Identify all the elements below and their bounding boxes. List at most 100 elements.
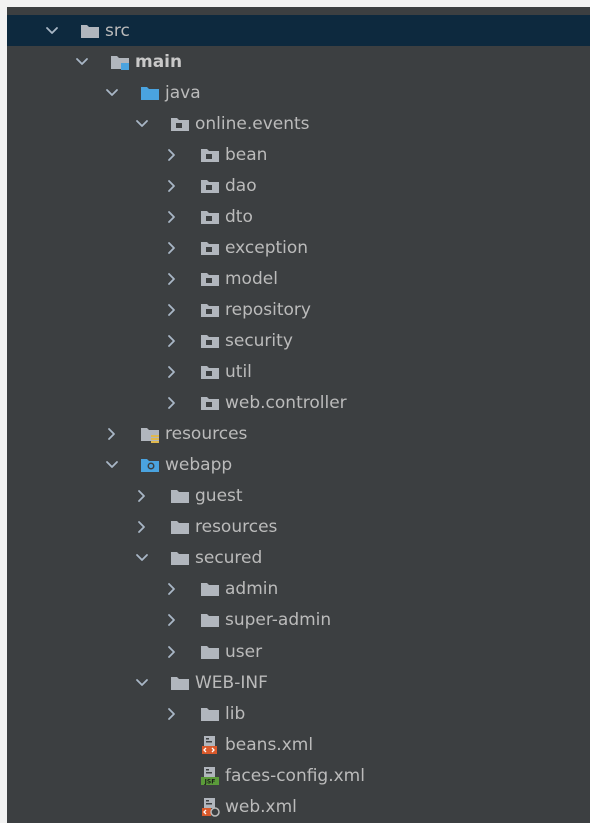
tree-folder-item[interactable]: resources (7, 419, 590, 450)
tree-item-label: secured (195, 548, 263, 569)
chevron-right-icon[interactable] (132, 486, 152, 506)
tree-folder-item[interactable]: src (7, 15, 590, 46)
tree-folder-item[interactable]: dto (7, 201, 590, 232)
folder-icon (170, 673, 190, 693)
chevron-right-icon[interactable] (132, 517, 152, 537)
package-icon (200, 238, 220, 258)
folder-icon (170, 548, 190, 568)
tree-file-item[interactable]: JSF faces-config.xml (7, 760, 590, 791)
package-icon (200, 300, 220, 320)
folder-icon (170, 517, 190, 537)
tree-folder-item[interactable]: repository (7, 294, 590, 325)
chevron-right-icon[interactable] (162, 642, 182, 662)
tree-item-label: super-admin (225, 610, 332, 631)
tree-file-item[interactable]: beans.xml (7, 729, 590, 760)
chevron-down-icon[interactable] (72, 52, 92, 72)
svg-text:JSF: JSF (204, 778, 216, 785)
tree-item-label: web.xml (225, 796, 297, 817)
folder-icon (200, 642, 220, 662)
tree-item-label: exception (225, 237, 309, 258)
tree-item-label: dto (225, 206, 253, 227)
package-icon (200, 207, 220, 227)
tree-folder-item[interactable]: online.events (7, 108, 590, 139)
tree-folder-item[interactable]: webapp (7, 450, 590, 481)
tree-item-label: resources (165, 424, 248, 445)
tree-item-label: security (225, 331, 293, 351)
tree-item-label: resources (195, 517, 278, 538)
tree-item-label: lib (225, 703, 246, 724)
tree-item-label: dao (225, 175, 257, 196)
tree-item-label: WEB-INF (195, 672, 268, 693)
project-tree[interactable]: src main java online.events bean dao dto except… (7, 7, 590, 823)
tree-item-label: repository (225, 299, 311, 320)
chevron-right-icon[interactable] (162, 176, 182, 196)
clipped-parent-row (22, 7, 102, 13)
folder-icon (200, 704, 220, 724)
chevron-down-icon[interactable] (102, 83, 122, 103)
chevron-right-icon[interactable] (162, 579, 182, 599)
tree-item-label: faces-config.xml (225, 765, 365, 786)
tree-item-label: guest (195, 486, 243, 507)
tree-folder-item[interactable]: dao (7, 170, 590, 201)
folder-icon (200, 610, 220, 630)
xml-file-icon (200, 735, 220, 755)
chevron-down-icon[interactable] (102, 455, 122, 475)
tree-item-label: beans.xml (225, 734, 314, 755)
tree-folder-item[interactable]: resources (7, 512, 590, 543)
tree-item-label: bean (225, 144, 268, 165)
chevron-right-icon[interactable] (162, 145, 182, 165)
chevron-right-icon[interactable] (162, 704, 182, 724)
web-xml-file-icon (200, 797, 220, 817)
chevron-right-icon[interactable] (162, 269, 182, 289)
tree-folder-item[interactable]: guest (7, 481, 590, 512)
tree-folder-item[interactable]: admin (7, 574, 590, 605)
source-folder-icon (140, 83, 160, 103)
tree-item-label: admin (225, 579, 279, 600)
package-icon (200, 331, 220, 351)
tree-item-label: webapp (165, 455, 233, 476)
tree-folder-item[interactable]: user (7, 636, 590, 667)
package-icon (200, 269, 220, 289)
tree-item-label: src (105, 20, 130, 41)
package-icon (200, 362, 220, 382)
tree-folder-item[interactable]: model (7, 263, 590, 294)
jsf-file-icon: JSF (200, 766, 220, 786)
package-icon (200, 176, 220, 196)
tree-folder-item[interactable]: WEB-INF (7, 667, 590, 698)
tree-item-label: main (135, 51, 183, 72)
tree-folder-item[interactable]: web.controller (7, 388, 590, 419)
chevron-right-icon[interactable] (162, 393, 182, 413)
web-folder-icon (140, 455, 160, 475)
chevron-right-icon[interactable] (162, 238, 182, 258)
chevron-down-icon[interactable] (132, 548, 152, 568)
tree-item-label: online.events (195, 113, 310, 134)
tree-folder-item[interactable]: java (7, 77, 590, 108)
tree-item-label: model (225, 268, 278, 289)
folder-icon (170, 486, 190, 506)
tree-item-label: java (165, 82, 201, 103)
chevron-down-icon[interactable] (132, 673, 152, 693)
tree-folder-item[interactable]: secured (7, 543, 590, 574)
chevron-right-icon[interactable] (162, 362, 182, 382)
package-icon (200, 393, 220, 413)
tree-folder-item[interactable]: exception (7, 232, 590, 263)
package-icon (200, 145, 220, 165)
tree-folder-item[interactable]: security (7, 326, 590, 357)
folder-icon (80, 21, 100, 41)
tree-folder-item[interactable]: main (7, 46, 590, 77)
tree-folder-item[interactable]: bean (7, 139, 590, 170)
resources-folder-icon (140, 424, 160, 444)
chevron-down-icon[interactable] (42, 21, 62, 41)
package-icon (170, 114, 190, 134)
tree-file-item[interactable]: web.xml (7, 791, 590, 822)
chevron-down-icon[interactable] (132, 114, 152, 134)
chevron-right-icon[interactable] (162, 207, 182, 227)
tree-folder-item[interactable]: super-admin (7, 605, 590, 636)
chevron-right-icon[interactable] (162, 331, 182, 351)
tree-folder-item[interactable]: util (7, 357, 590, 388)
module-folder-icon (110, 52, 130, 72)
chevron-right-icon[interactable] (162, 300, 182, 320)
tree-folder-item[interactable]: lib (7, 698, 590, 729)
chevron-right-icon[interactable] (162, 610, 182, 630)
chevron-right-icon[interactable] (102, 424, 122, 444)
